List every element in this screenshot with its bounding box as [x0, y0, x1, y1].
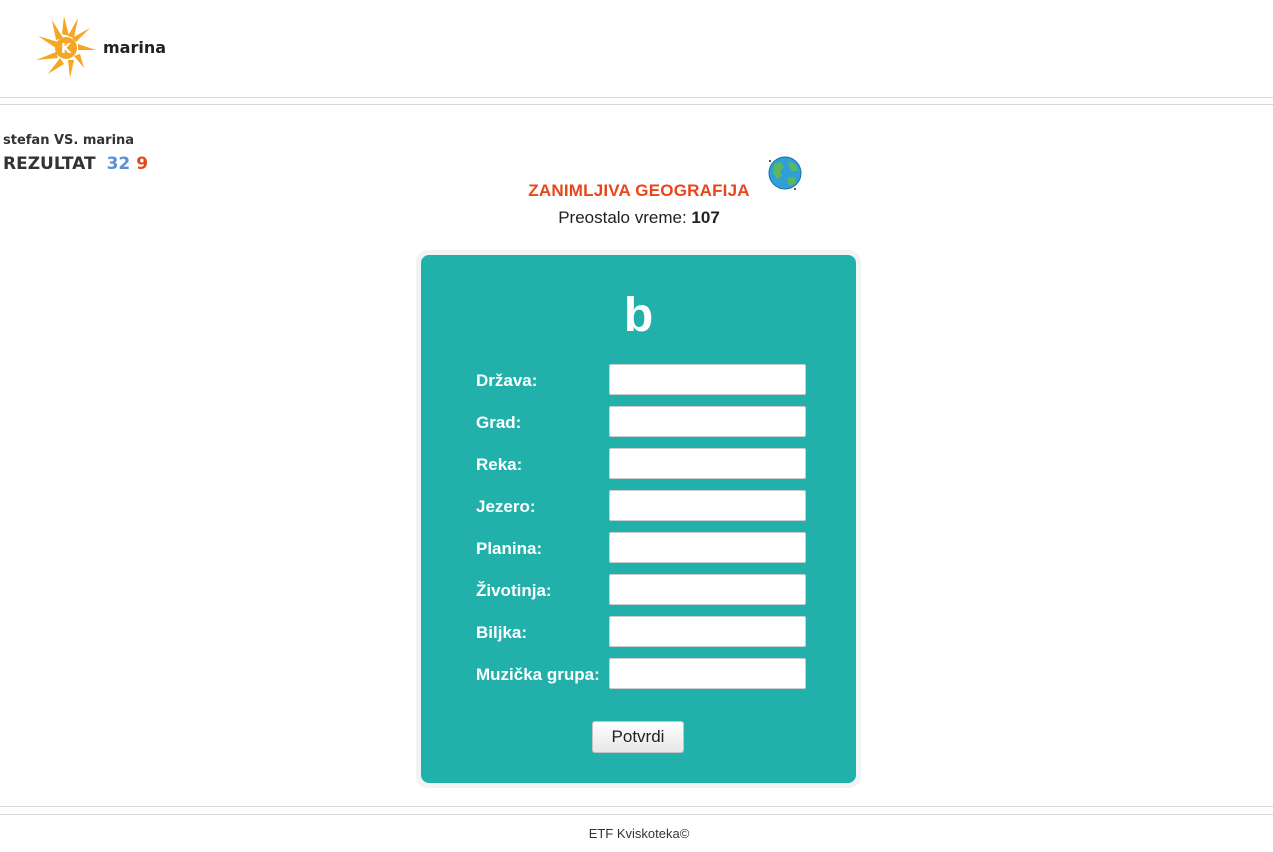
field-label: Muzička grupa:	[476, 665, 600, 684]
biljka-input[interactable]	[609, 616, 806, 647]
field-label: Grad:	[476, 413, 522, 432]
timer: Preostalo vreme: 107	[0, 208, 1273, 228]
score-label: REZULTAT	[3, 154, 96, 174]
score-line: REZULTAT 32 9	[3, 154, 148, 174]
header: K marina	[0, 0, 1273, 97]
field-row-zivotinja: Životinja:	[421, 574, 856, 606]
field-label: Država:	[476, 371, 538, 390]
timer-value: 107	[691, 208, 720, 227]
field-label: Jezero:	[476, 497, 536, 516]
drzava-input[interactable]	[609, 364, 806, 395]
match-players: stefan VS. marina	[3, 133, 135, 148]
header-divider-top	[0, 97, 1273, 98]
score-player1: 32	[106, 154, 131, 174]
field-row-biljka: Biljka:	[421, 616, 856, 648]
svg-text:K: K	[61, 42, 72, 57]
reka-input[interactable]	[609, 448, 806, 479]
field-row-planina: Planina:	[421, 532, 856, 564]
game-title: ZANIMLJIVA GEOGRAFIJA	[528, 181, 750, 200]
field-label: Planina:	[476, 539, 543, 558]
planina-input[interactable]	[609, 532, 806, 563]
username: marina	[103, 38, 167, 57]
current-letter: b	[623, 289, 654, 342]
field-label: Životinja:	[476, 581, 552, 600]
timer-label: Preostalo vreme:	[558, 208, 687, 227]
footer-divider-bottom	[0, 814, 1273, 815]
field-row-reka: Reka:	[421, 448, 856, 480]
jezero-input[interactable]	[609, 490, 806, 521]
header-divider-bottom	[0, 104, 1273, 105]
game-card: b Država: Grad: Reka: Jezero: Planina: Ž…	[421, 255, 856, 783]
score-player2: 9	[136, 154, 149, 174]
field-label: Reka:	[476, 455, 523, 474]
muzicka-grupa-input[interactable]	[609, 658, 806, 689]
field-row-grad: Grad:	[421, 406, 856, 438]
grad-input[interactable]	[609, 406, 806, 437]
zivotinja-input[interactable]	[609, 574, 806, 605]
footer-text: ETF Kviskoteka©	[588, 826, 690, 841]
field-row-drzava: Država:	[421, 364, 856, 396]
field-row-jezero: Jezero:	[421, 490, 856, 522]
submit-button[interactable]: Potvrdi	[592, 721, 684, 753]
field-label: Biljka:	[476, 623, 528, 642]
lightning-k-logo-icon[interactable]: K	[34, 14, 98, 80]
footer-divider-top	[0, 806, 1273, 807]
field-row-muzicka-grupa: Muzička grupa:	[421, 658, 856, 690]
